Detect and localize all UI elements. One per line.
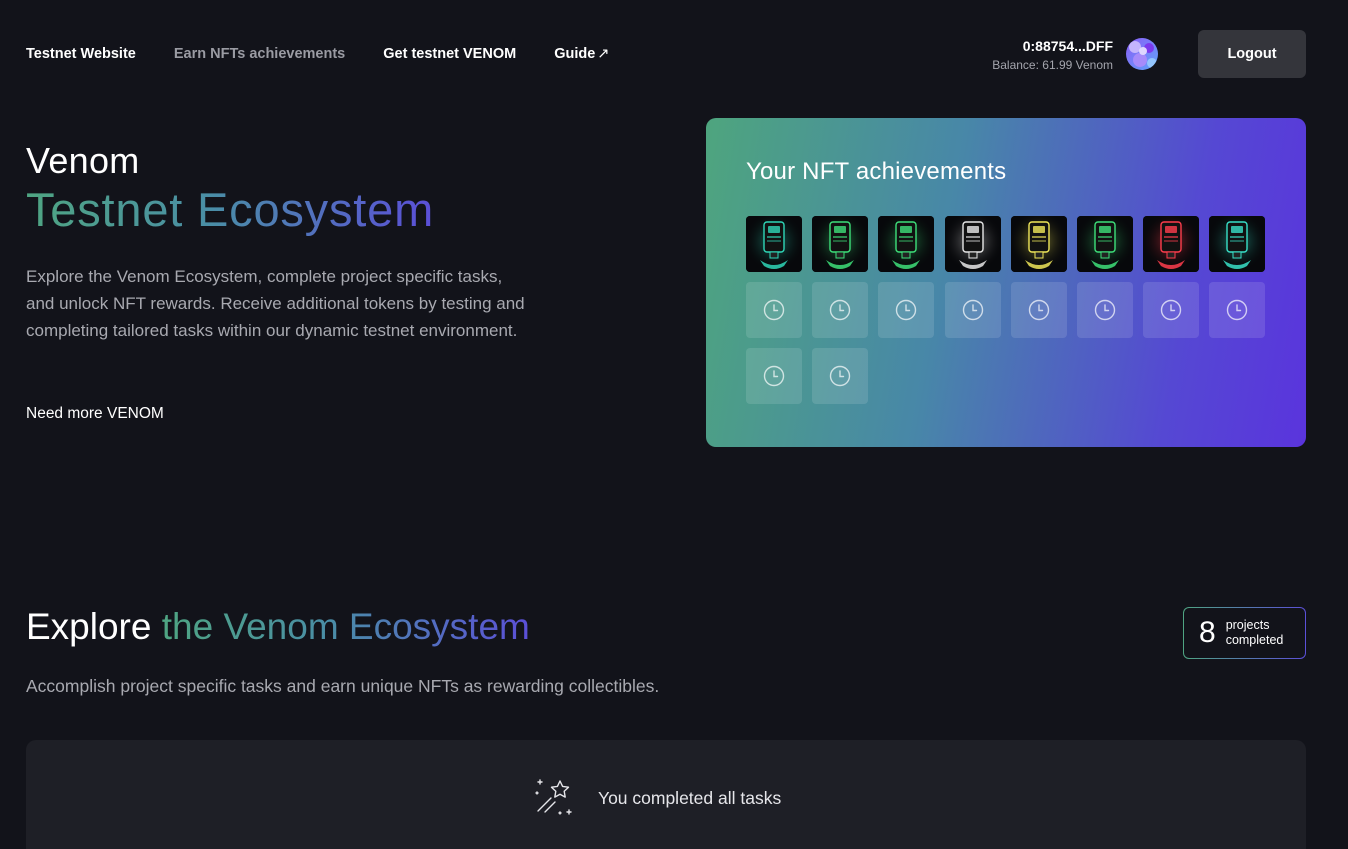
nft-tile-pending	[746, 282, 802, 338]
nft-tile-pending	[1076, 282, 1133, 338]
nav-get-testnet-venom[interactable]: Get testnet VENOM	[383, 46, 516, 62]
nft-tile-pending	[944, 282, 1001, 338]
top-nav: Testnet Website Earn NFTs achievements G…	[26, 46, 609, 62]
clock-icon	[763, 299, 785, 321]
nft-achievements-card: Your NFT achievements	[706, 118, 1306, 447]
wallet-balance: Balance: 61.99 Venom	[992, 58, 1113, 72]
nft-tile-owned[interactable]	[1209, 216, 1266, 272]
clock-icon	[962, 299, 983, 321]
nav-earn-nfts[interactable]: Earn NFTs achievements	[174, 46, 345, 62]
projects-completed-badge: 8 projects completed	[1183, 607, 1306, 659]
explore-title-plain: Explore	[26, 606, 162, 647]
nft-tile-pending	[812, 282, 869, 338]
wallet-info[interactable]: 0:88754...DFF Balance: 61.99 Venom	[992, 38, 1113, 72]
clock-icon	[829, 299, 851, 321]
avatar[interactable]	[1126, 38, 1158, 70]
robot-nft-cyan	[1209, 216, 1266, 272]
nft-tile-pending	[1143, 282, 1200, 338]
clock-icon	[1227, 299, 1248, 321]
nft-grid	[746, 216, 1266, 404]
nft-tile-owned[interactable]	[1010, 216, 1067, 272]
hero-description: Explore the Venom Ecosystem, complete pr…	[26, 267, 525, 340]
projects-completed-label: projects completed	[1226, 618, 1284, 648]
logout-button[interactable]: Logout	[1198, 30, 1306, 78]
robot-nft-green	[878, 216, 935, 272]
nav-testnet-website[interactable]: Testnet Website	[26, 46, 136, 62]
projects-completed-count: 8	[1199, 616, 1216, 649]
tasks-panel: You completed all tasks	[26, 740, 1306, 849]
avatar-icon	[1126, 38, 1158, 70]
nft-tile-owned[interactable]	[878, 216, 935, 272]
hero-title-gradient: Testnet Ecosystem	[26, 183, 435, 236]
nft-tile-owned[interactable]	[746, 216, 802, 272]
nft-tile-owned[interactable]	[1143, 216, 1200, 272]
clock-icon	[763, 365, 785, 387]
clock-icon	[896, 299, 917, 321]
nft-card-title: Your NFT achievements	[746, 158, 1007, 185]
need-more-venom-link[interactable]: Need more VENOM	[26, 405, 164, 423]
nav-guide[interactable]: Guide ↗	[554, 46, 609, 62]
nft-tile-pending	[878, 282, 935, 338]
tasks-complete-text: You completed all tasks	[598, 787, 782, 808]
projects-label-line2: completed	[1225, 633, 1284, 647]
nav-guide-label: Guide	[554, 46, 596, 62]
nft-tile-pending	[1209, 282, 1266, 338]
explore-title: Explore the Venom Ecosystem	[26, 606, 530, 648]
robot-nft-red	[1143, 216, 1200, 272]
hero-title: Venom	[26, 140, 140, 181]
robot-nft-green	[812, 216, 869, 272]
external-link-icon: ↗	[597, 46, 610, 62]
tasks-complete-message: You completed all tasks	[534, 778, 781, 818]
explore-title-gradient: the Venom Ecosystem	[161, 606, 530, 647]
robot-nft-green	[1076, 216, 1133, 272]
robot-nft-yellow	[1010, 216, 1067, 272]
robot-nft-teal	[746, 216, 802, 272]
nft-tile-owned[interactable]	[1076, 216, 1133, 272]
clock-icon	[1094, 299, 1116, 321]
robot-nft-white	[944, 216, 1001, 272]
magic-wand-icon	[535, 779, 572, 815]
nft-tile-pending	[812, 348, 869, 404]
nft-tile-owned[interactable]	[812, 216, 869, 272]
clock-icon	[1028, 299, 1049, 321]
clock-icon	[829, 365, 851, 387]
nft-tile-owned[interactable]	[944, 216, 1001, 272]
nft-tile-pending	[1010, 282, 1067, 338]
projects-label-line1: projects	[1225, 618, 1270, 632]
nft-tile-pending	[746, 348, 802, 404]
clock-icon	[1160, 299, 1182, 321]
explore-subtitle: Accomplish project specific tasks and ea…	[26, 676, 660, 696]
wallet-address: 0:88754...DFF	[1022, 38, 1113, 54]
